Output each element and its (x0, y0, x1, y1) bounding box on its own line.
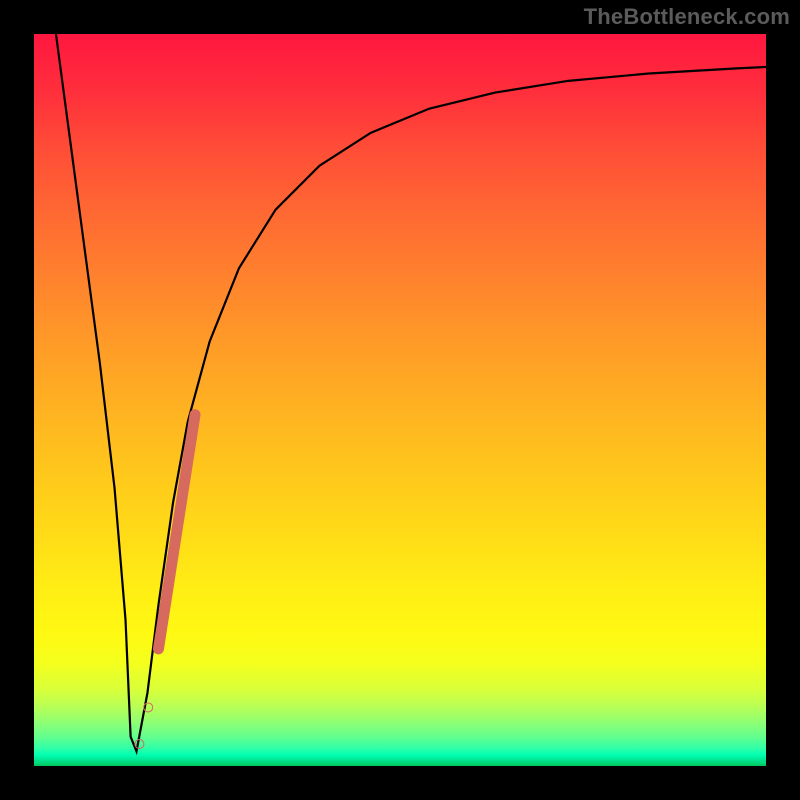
plot-area (34, 34, 766, 766)
watermark-text: TheBottleneck.com (584, 4, 790, 30)
chart-frame: TheBottleneck.com (0, 0, 800, 800)
chart-svg (34, 34, 766, 766)
marker-streak (158, 415, 195, 649)
